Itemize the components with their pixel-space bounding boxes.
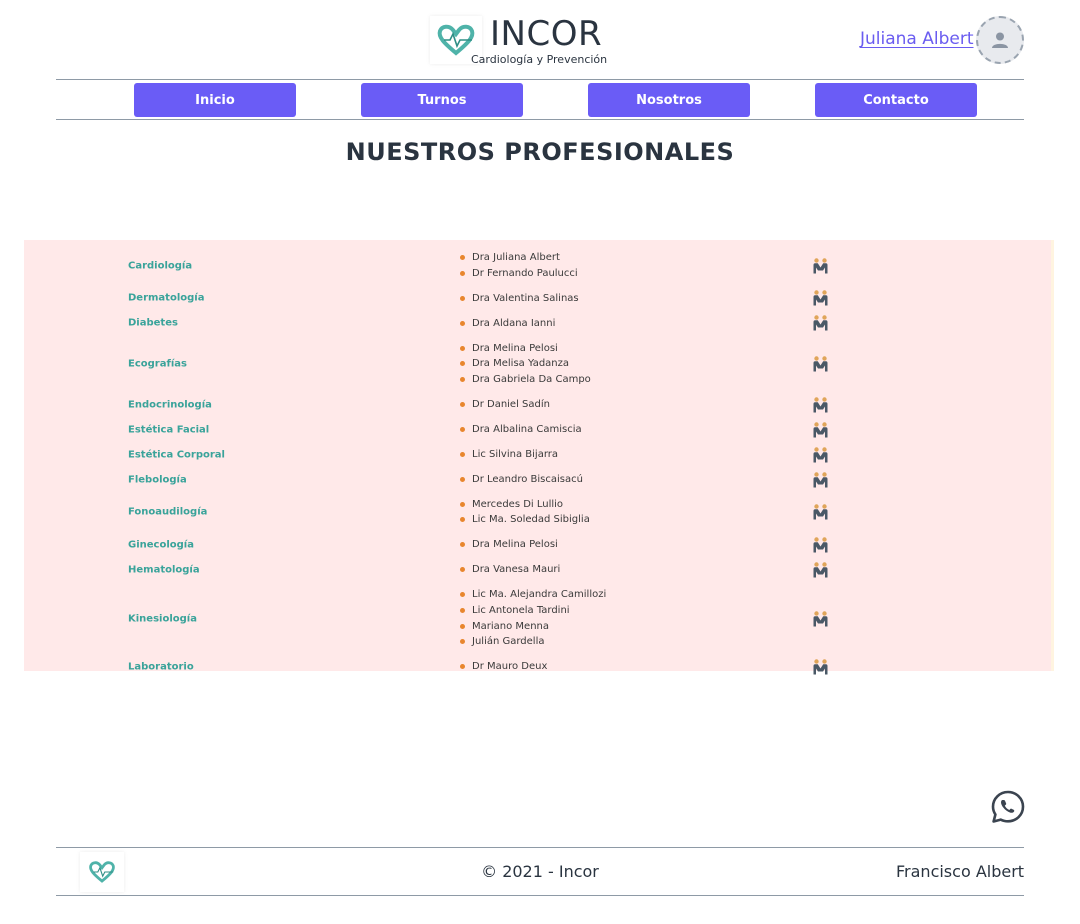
brand-subtitle: Cardiología y Prevención — [471, 53, 608, 66]
specialty-name: Flebología — [128, 474, 187, 486]
brand-title: INCOR — [490, 14, 603, 54]
doctor-list-item: Dr Fernando Paulucci — [460, 266, 578, 282]
whatsapp-button[interactable] — [990, 789, 1026, 825]
professionals-icon[interactable] — [812, 537, 829, 554]
doctor-list-item: Dra Melisa Yadanza — [460, 356, 591, 372]
professionals-icon[interactable] — [812, 610, 829, 627]
doctor-list-item: Dra Juliana Albert — [460, 250, 578, 266]
doctor-list-item: Lic Silvina Bijarra — [460, 447, 558, 463]
user-avatar[interactable] — [976, 16, 1024, 64]
professionals-icon[interactable] — [812, 659, 829, 676]
specialty-name: Endocrinología — [128, 399, 212, 411]
footer-author: Francisco Albert — [896, 862, 1025, 881]
professionals-icon[interactable] — [812, 356, 829, 373]
doctor-list: Lic Ma. Alejandra Camillozi Lic Antonela … — [460, 587, 606, 649]
doctor-list: Dra Albalina Camiscia — [460, 422, 582, 438]
professionals-icon[interactable] — [812, 290, 829, 307]
specialty-name: Diabetes — [128, 317, 178, 329]
doctor-list: Dra Aldana Ianni — [460, 316, 555, 332]
site-header: INCOR Cardiología y Prevención Juliana A… — [0, 0, 1080, 80]
nav-turnos-button[interactable]: Turnos — [361, 83, 523, 117]
specialty-name: Laboratorio — [128, 661, 194, 673]
specialty-name: Estética Corporal — [128, 449, 225, 461]
doctor-list: Dra Vanesa Mauri — [460, 562, 560, 578]
doctor-list: Dra Valentina Salinas — [460, 291, 579, 307]
page-title: NUESTROS PROFESIONALES — [345, 138, 735, 166]
doctor-list-item: Lic Antonela Tardini — [460, 603, 606, 619]
specialty-name: Kinesiología — [128, 613, 197, 625]
user-name-link[interactable]: Juliana Albert — [860, 29, 974, 49]
doctor-list-item: Dra Aldana Ianni — [460, 316, 555, 332]
specialty-name: Ecografías — [128, 358, 187, 370]
doctor-list-item: Lic Ma. Alejandra Camillozi — [460, 587, 606, 603]
doctor-list: Dr Leandro Biscaisacú — [460, 472, 583, 488]
specialty-name: Hematología — [128, 564, 200, 576]
nav-inicio-button[interactable]: Inicio — [134, 83, 296, 117]
doctor-list: Dra Melina Pelosi — [460, 537, 558, 553]
specialty-name: Estética Facial — [128, 424, 210, 436]
doctor-list-item: Dra Vanesa Mauri — [460, 562, 560, 578]
doctor-list-item: Dra Gabriela Da Campo — [460, 372, 591, 388]
doctor-list: Dr Daniel Sadín — [460, 397, 550, 413]
professionals-icon[interactable] — [812, 396, 829, 413]
user-icon — [992, 32, 1008, 48]
doctor-list: Dra Melina Pelosi Dra Melisa Yadanza Dra G… — [460, 341, 591, 388]
doctor-list-item: Dra Valentina Salinas — [460, 291, 579, 307]
professionals-icon[interactable] — [812, 504, 829, 521]
professionals-icon[interactable] — [812, 471, 829, 488]
doctor-list-item: Mariano Menna — [460, 619, 606, 635]
doctor-list-item: Dr Daniel Sadín — [460, 397, 550, 413]
specialty-name: Dermatología — [128, 292, 205, 304]
specialty-name: Fonoaudilogía — [128, 506, 208, 518]
footer-bottom-divider — [56, 895, 1024, 896]
nav-nosotros-button[interactable]: Nosotros — [588, 83, 750, 117]
footer-top-divider — [56, 847, 1024, 848]
doctor-list-item: Dra Melina Pelosi — [460, 341, 591, 357]
doctor-list-item: Dr Leandro Biscaisacú — [460, 472, 583, 488]
nav-divider — [56, 119, 1024, 120]
whatsapp-icon — [991, 790, 1025, 823]
doctor-list: Mercedes Di Lullio Lic Ma. Soledad Sibigl… — [460, 497, 590, 528]
doctor-list: Dr Mauro Deux — [460, 659, 547, 675]
doctor-list-item: Lic Ma. Soledad Sibiglia — [460, 512, 590, 528]
doctor-list-item: Dra Albalina Camiscia — [460, 422, 582, 438]
specialty-name: Ginecología — [128, 539, 194, 551]
specialty-name: Cardiología — [128, 260, 193, 272]
professionals-icon[interactable] — [812, 421, 829, 438]
doctor-list: Dra Juliana Albert Dr Fernando Paulucci — [460, 250, 578, 281]
doctor-list-item: Dr Mauro Deux — [460, 659, 547, 675]
header-divider — [56, 79, 1024, 80]
professionals-icon[interactable] — [812, 315, 829, 332]
professionals-icon[interactable] — [812, 446, 829, 463]
doctor-list-item: Dra Melina Pelosi — [460, 537, 558, 553]
doctor-list-item: Mercedes Di Lullio — [460, 497, 590, 513]
heart-logo-icon — [437, 24, 475, 56]
doctor-list-item: Julián Gardella — [460, 634, 606, 650]
professionals-table: Cardiología Dra Juliana Albert Dr Fernando… — [24, 240, 1054, 675]
doctor-list: Lic Silvina Bijarra — [460, 447, 558, 463]
professionals-icon[interactable] — [812, 562, 829, 579]
professionals-icon[interactable] — [812, 257, 829, 274]
nav-contacto-button[interactable]: Contacto — [815, 83, 977, 117]
